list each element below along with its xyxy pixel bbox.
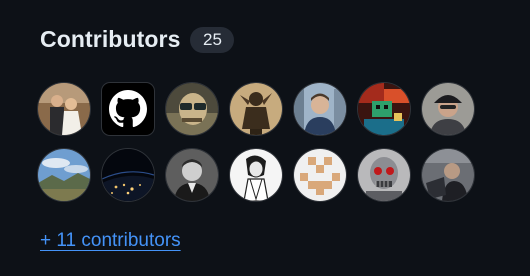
- contributor-avatar-11[interactable]: [230, 149, 282, 201]
- contributors-count-badge: 25: [190, 26, 235, 53]
- contributor-avatar-1[interactable]: [38, 83, 90, 135]
- more-contributors-link[interactable]: + 11 contributors: [40, 230, 181, 252]
- contributor-avatar-2[interactable]: [102, 83, 154, 135]
- contributor-avatar-5[interactable]: [294, 83, 346, 135]
- contributors-title[interactable]: Contributors: [40, 26, 180, 53]
- contributor-avatar-4[interactable]: [230, 83, 282, 135]
- contributor-avatar-14[interactable]: [422, 149, 474, 201]
- contributor-avatar-8[interactable]: [38, 149, 90, 201]
- contributor-avatar-13[interactable]: [358, 149, 410, 201]
- contributors-panel: Contributors 25 + 11 contributors: [0, 0, 530, 276]
- contributor-avatar-9[interactable]: [102, 149, 154, 201]
- avatar-grid: [38, 83, 478, 201]
- contributor-avatar-3[interactable]: [166, 83, 218, 135]
- contributor-avatar-12[interactable]: [294, 149, 346, 201]
- github-logo-icon: [109, 90, 147, 128]
- contributor-avatar-6[interactable]: [358, 83, 410, 135]
- contributor-avatar-10[interactable]: [166, 149, 218, 201]
- contributors-header: Contributors 25: [40, 26, 235, 53]
- contributor-avatar-7[interactable]: [422, 83, 474, 135]
